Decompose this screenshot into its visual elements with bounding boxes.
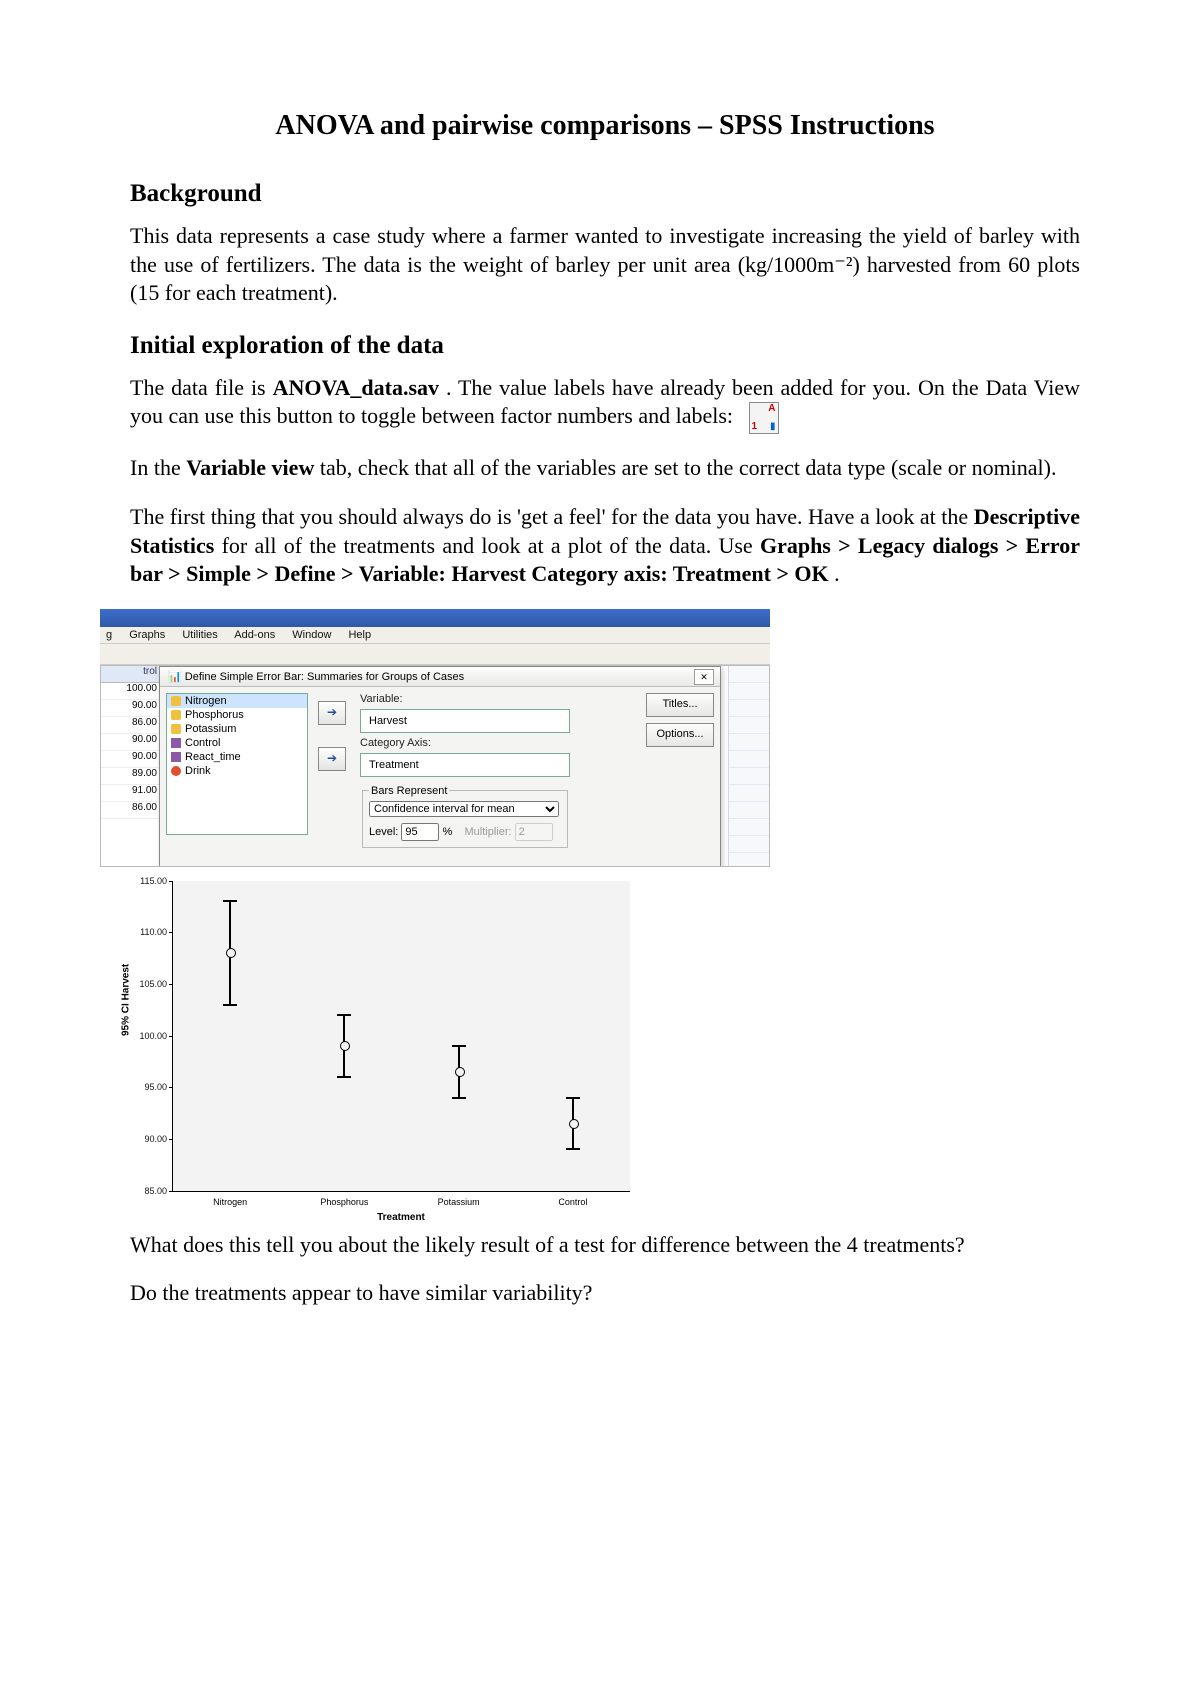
dialog-title: 📊 Define Simple Error Bar: Summaries for… (160, 667, 720, 687)
y-tick: 105.00 (125, 979, 167, 989)
list-item[interactable]: React_time (185, 751, 241, 763)
para-background: This data represents a case study where … (130, 222, 1080, 308)
cell: 91.00 (101, 785, 159, 802)
variable-value: Harvest (369, 715, 407, 727)
bars-represent-group: Bars Represent Confidence interval for m… (362, 785, 568, 848)
chart-icon: 📊 (168, 671, 182, 683)
define-error-bar-dialog: 📊 Define Simple Error Bar: Summaries for… (159, 666, 721, 867)
list-item[interactable]: Phosphorus (185, 709, 244, 721)
category-label: Category Axis: (360, 737, 570, 749)
text: In the (130, 455, 186, 480)
toolbar (100, 644, 770, 665)
text: . (834, 561, 840, 586)
bars-represent-legend: Bars Represent (369, 785, 449, 797)
value-labels-toggle-icon: A1▮ (749, 402, 779, 434)
move-category-button[interactable]: ➔ (318, 747, 346, 771)
x-tick: Potassium (438, 1197, 480, 1207)
list-item[interactable]: Potassium (185, 723, 236, 735)
spreadsheet-edge (728, 666, 769, 866)
menu-item[interactable]: Utilities (182, 629, 217, 641)
multiplier-input (515, 823, 553, 841)
category-value: Treatment (369, 759, 419, 771)
variable-field[interactable]: Harvest (360, 709, 570, 733)
percent-label: % (442, 826, 452, 838)
x-tick: Control (558, 1197, 587, 1207)
filename: ANOVA_data.sav (273, 375, 439, 400)
list-item[interactable]: Control (185, 737, 220, 749)
move-variable-button[interactable]: ➔ (318, 701, 346, 725)
y-axis-label: 95% CI Harvest (121, 964, 132, 1036)
scale-icon (171, 738, 181, 748)
variable-list[interactable]: Nitrogen Phosphorus Potassium Control Re… (166, 693, 308, 835)
menu-item[interactable]: g (106, 629, 112, 641)
window-titlebar (100, 609, 770, 627)
list-item[interactable]: Drink (185, 765, 211, 777)
mean-point (455, 1067, 465, 1077)
y-tick: 110.00 (125, 927, 167, 937)
nominal-icon (171, 766, 181, 776)
options-button[interactable]: Options... (646, 723, 714, 747)
category-field[interactable]: Treatment (360, 753, 570, 777)
dialog-title-text: Define Simple Error Bar: Summaries for G… (185, 671, 464, 683)
x-axis-label: Treatment (172, 1212, 630, 1223)
menu-item[interactable]: Help (348, 629, 371, 641)
mean-point (226, 948, 236, 958)
data-column: trol 100.00 90.00 86.00 90.00 90.00 89.0… (101, 666, 160, 866)
error-bar (458, 1046, 460, 1098)
list-item[interactable]: Nitrogen (185, 695, 227, 707)
menu-item[interactable]: Window (292, 629, 331, 641)
y-tick: 95.00 (125, 1082, 167, 1092)
scale-icon (171, 752, 181, 762)
cell: 90.00 (101, 700, 159, 717)
spss-screenshot: g Graphs Utilities Add-ons Window Help t… (100, 609, 770, 867)
para-variableview: In the Variable view tab, check that all… (130, 454, 1080, 483)
multiplier-label: Multiplier: (465, 826, 512, 838)
cell: 89.00 (101, 768, 159, 785)
page-title: ANOVA and pairwise comparisons – SPSS In… (130, 110, 1080, 142)
scale-icon (171, 696, 181, 706)
para-question1: What does this tell you about the likely… (130, 1231, 1080, 1260)
para-datafile: The data file is ANOVA_data.sav . The va… (130, 374, 1080, 435)
level-label: Level: (369, 826, 398, 838)
cell: 100.00 (101, 683, 159, 700)
col-header: trol (101, 666, 159, 683)
error-bar (343, 1015, 345, 1077)
heading-background: Background (130, 180, 1080, 208)
menu-bar: g Graphs Utilities Add-ons Window Help (100, 627, 770, 644)
level-input[interactable] (401, 823, 439, 841)
cell: 86.00 (101, 802, 159, 819)
para-graphs: The first thing that you should always d… (130, 503, 1080, 589)
heading-explore: Initial exploration of the data (130, 332, 1080, 360)
titles-button[interactable]: Titles... (646, 693, 714, 717)
text: The first thing that you should always d… (130, 504, 974, 529)
y-tick: 90.00 (125, 1134, 167, 1144)
y-tick: 115.00 (125, 876, 167, 886)
text-bold: Variable view (186, 455, 314, 480)
text: tab, check that all of the variables are… (320, 455, 1057, 480)
bars-represent-select[interactable]: Confidence interval for mean (369, 801, 559, 817)
mean-point (569, 1119, 579, 1129)
close-icon[interactable]: ✕ (694, 669, 714, 685)
x-tick: Nitrogen (213, 1197, 247, 1207)
cell: 90.00 (101, 751, 159, 768)
scale-icon (171, 710, 181, 720)
variable-label: Variable: (360, 693, 570, 705)
y-tick: 100.00 (125, 1031, 167, 1041)
y-tick: 85.00 (125, 1186, 167, 1196)
scale-icon (171, 724, 181, 734)
error-bar-chart: 95% CI Harvest 85.00 90.00 95.00 100.00 105.… (120, 881, 630, 1223)
mean-point (340, 1041, 350, 1051)
menu-item[interactable]: Add-ons (234, 629, 275, 641)
para-question2: Do the treatments appear to have similar… (130, 1279, 1080, 1308)
text: The data file is (130, 375, 273, 400)
cell: 86.00 (101, 717, 159, 734)
error-bar (572, 1098, 574, 1150)
cell: 90.00 (101, 734, 159, 751)
menu-item[interactable]: Graphs (129, 629, 165, 641)
error-bar (229, 901, 231, 1004)
text: for all of the treatments and look at a … (222, 533, 760, 558)
x-tick: Phosphorus (320, 1197, 368, 1207)
